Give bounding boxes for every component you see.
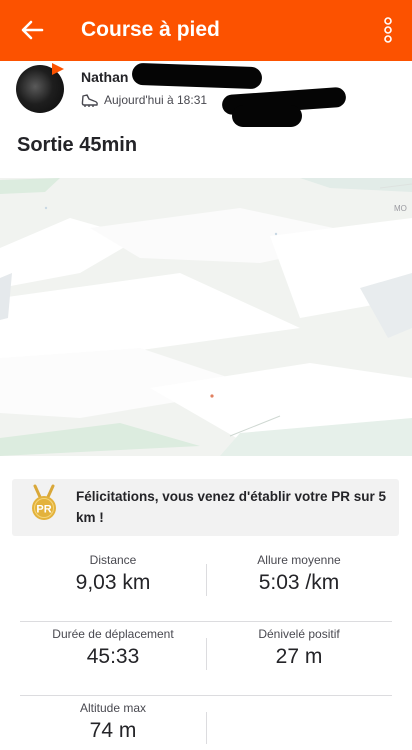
stat-value: 45:33 — [86, 645, 140, 668]
stats-row: Altitude max 74 m — [20, 696, 392, 750]
stat-value: 74 m — [89, 719, 137, 742]
stat-label: Durée de déplacement — [52, 627, 174, 641]
stat-value: 5:03 /km — [258, 571, 340, 594]
map-background — [0, 178, 412, 456]
redaction-mark — [232, 105, 302, 127]
stat-label: Allure moyenne — [257, 553, 341, 567]
redaction-mark — [131, 62, 263, 90]
pr-achievement-banner[interactable]: PR Félicitations, vous venez d'établir v… — [12, 479, 399, 536]
activity-title: Sortie 45min — [17, 134, 138, 156]
stat-distance: Distance 9,03 km — [20, 548, 206, 622]
athlete-header: Nathan Aujourd'hui à 18:31 — [0, 61, 412, 127]
stat-elevation-gain: Dénivelé positif 27 m — [206, 622, 392, 696]
medal-icon: PR — [32, 484, 56, 520]
arrow-left-icon[interactable] — [16, 14, 48, 46]
stat-moving-time: Durée de déplacement 45:33 — [20, 622, 206, 696]
more-vertical-icon[interactable] — [376, 14, 400, 46]
stats-row: Durée de déplacement 45:33 Dénivelé posi… — [20, 622, 392, 696]
pr-message: Félicitations, vous venez d'établir votr… — [76, 489, 387, 525]
stat-label: Dénivelé positif — [258, 627, 340, 641]
stat-divider — [206, 712, 207, 744]
stats-row: Distance 9,03 km Allure moyenne 5:03 /km — [20, 548, 392, 622]
athlete-name[interactable]: Nathan — [81, 69, 128, 85]
medal-label: PR — [36, 504, 51, 516]
stat-average-pace: Allure moyenne 5:03 /km — [206, 548, 392, 622]
stats-grid: Distance 9,03 km Allure moyenne 5:03 /km… — [20, 548, 392, 750]
activity-date: Aujourd'hui à 18:31 — [104, 93, 208, 107]
stat-label: Distance — [89, 553, 137, 567]
page-title: Course à pied — [81, 18, 220, 41]
stat-label: Altitude max — [79, 701, 147, 715]
map-place-label: MO — [394, 204, 407, 213]
stat-value: 27 m — [275, 645, 323, 668]
subscriber-badge-icon — [52, 63, 64, 75]
running-shoe-icon — [81, 94, 98, 107]
route-map[interactable]: MO — [0, 178, 412, 456]
stat-max-elevation: Altitude max 74 m — [20, 696, 206, 750]
stat-value: 9,03 km — [75, 571, 151, 594]
top-app-bar: Course à pied — [0, 0, 412, 61]
